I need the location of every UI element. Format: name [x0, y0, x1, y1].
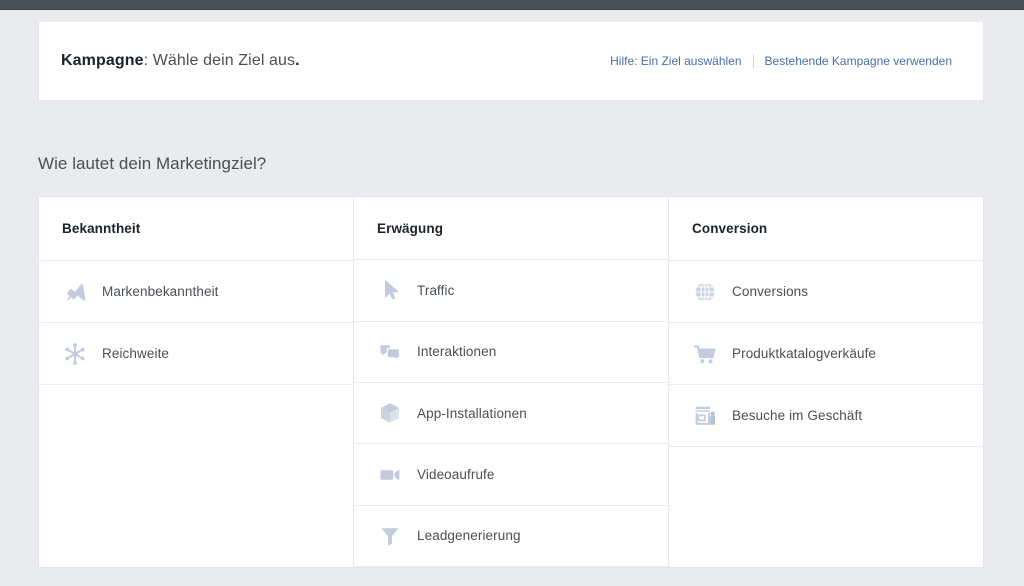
column-header-awareness: Bekanntheit [39, 197, 353, 261]
goal-label: Besuche im Geschäft [732, 408, 863, 423]
help-choose-goal-link[interactable]: Hilfe: Ein Ziel auswählen [599, 54, 752, 68]
megaphone-icon [62, 279, 88, 305]
goal-item-brand-awareness[interactable]: Markenbekanntheit [39, 261, 353, 323]
page-canvas: Kampagne: Wähle dein Ziel aus. Hilfe: Ei… [0, 11, 1024, 586]
browser-chrome-bar [0, 0, 1024, 10]
marketing-goal-table: Bekanntheit Markenbekanntheit Reichweite… [38, 196, 984, 568]
cursor-arrow-icon [377, 277, 403, 303]
use-existing-campaign-link[interactable]: Bestehende Kampagne verwenden [754, 54, 963, 68]
column-filler-awareness [39, 385, 353, 567]
goal-item-catalog-sales[interactable]: Produktkatalogverkäufe [669, 323, 983, 385]
campaign-title-rest: : Wähle dein Ziel aus [143, 52, 296, 69]
goal-label: Markenbekanntheit [102, 284, 219, 299]
goal-item-traffic[interactable]: Traffic [354, 260, 668, 322]
column-header-consideration: Erwägung [354, 197, 668, 261]
header-links: Hilfe: Ein Ziel auswählen Bestehende Kam… [599, 54, 963, 68]
speech-bubbles-icon [377, 339, 403, 365]
marketing-goal-question: Wie lautet dein Marketingziel? [38, 154, 267, 173]
goal-label: Leadgenerierung [417, 528, 521, 544]
campaign-header-card: Kampagne: Wähle dein Ziel aus. Hilfe: Ei… [38, 22, 984, 101]
column-filler-conversion [669, 447, 983, 567]
goal-label: Videoaufrufe [417, 467, 495, 483]
reach-starburst-icon [62, 341, 88, 367]
goal-item-store-visits[interactable]: Besuche im Geschäft [669, 385, 983, 447]
goal-item-engagement[interactable]: Interaktionen [354, 321, 668, 383]
video-camera-icon [377, 462, 403, 488]
goal-label: App-Installationen [417, 405, 527, 421]
column-header-conversion: Conversion [669, 197, 983, 261]
campaign-title-period: . [295, 52, 300, 69]
goal-column-awareness: Bekanntheit Markenbekanntheit Reichweite [39, 197, 353, 567]
cube-box-icon [377, 400, 403, 426]
goal-label: Traffic [417, 282, 455, 298]
goal-label: Interaktionen [417, 344, 497, 360]
goal-item-reach[interactable]: Reichweite [39, 323, 353, 385]
storefront-icon [692, 403, 718, 429]
globe-icon [692, 279, 718, 305]
shopping-cart-icon [692, 341, 718, 367]
goal-column-consideration: Erwägung Traffic Interaktionen App-Insta… [353, 197, 668, 568]
goal-item-video-views[interactable]: Videoaufrufe [354, 444, 668, 506]
funnel-icon [377, 523, 403, 549]
goal-label: Conversions [732, 284, 809, 299]
goal-item-app-installs[interactable]: App-Installationen [354, 383, 668, 445]
goal-item-conversions[interactable]: Conversions [669, 261, 983, 323]
goal-item-lead-generation[interactable]: Leadgenerierung [354, 505, 668, 568]
campaign-title-strong: Kampagne [61, 52, 144, 69]
goal-column-conversion: Conversion Conversions Produktkatalogver… [668, 197, 983, 567]
goal-label: Reichweite [102, 346, 170, 361]
goal-label: Produktkatalogverkäufe [732, 346, 877, 361]
campaign-title: Kampagne: Wähle dein Ziel aus. [61, 52, 300, 70]
